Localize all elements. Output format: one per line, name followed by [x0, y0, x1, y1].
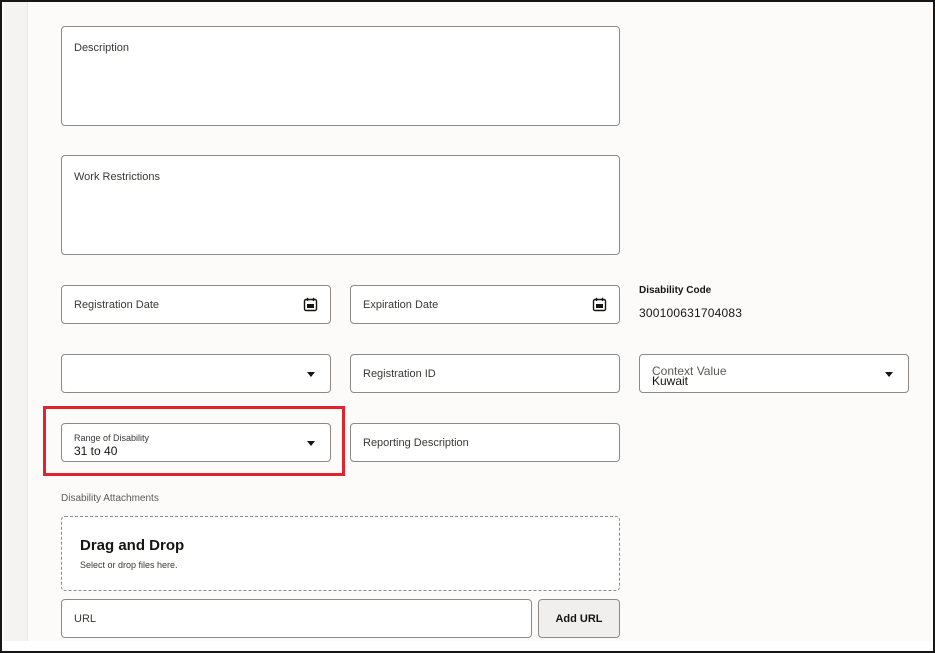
file-dropzone[interactable]: Drag and Drop Select or drop files here. [61, 516, 620, 591]
expiration-date-label: Expiration Date [363, 299, 439, 311]
left-rail [4, 2, 28, 651]
chevron-down-icon[interactable] [307, 372, 315, 377]
add-url-button[interactable]: Add URL [538, 599, 620, 638]
chevron-down-icon[interactable] [885, 372, 893, 377]
reporting-description-label: Reporting Description [363, 437, 469, 449]
reporting-description-field[interactable]: Reporting Description [350, 423, 620, 462]
dropzone-subtitle: Select or drop files here. [80, 560, 178, 570]
calendar-icon[interactable] [592, 297, 607, 312]
url-field[interactable]: URL [61, 599, 532, 638]
disability-code-label: Disability Code [639, 285, 712, 296]
calendar-icon[interactable] [303, 297, 318, 312]
description-label: Description [74, 42, 130, 54]
disability-attachments-label: Disability Attachments [61, 493, 159, 504]
work-restrictions-field[interactable]: Work Restrictions [61, 155, 620, 255]
description-field[interactable]: Description [61, 26, 620, 126]
registration-id-label: Registration ID [363, 368, 436, 380]
form-page: Description Work Restrictions Registrati… [0, 0, 935, 653]
registration-id-field[interactable]: Registration ID [350, 354, 620, 393]
context-value-select[interactable]: Context Value Kuwait [639, 354, 909, 393]
work-restrictions-label: Work Restrictions [74, 171, 160, 183]
disability-code-value: 300100631704083 [639, 306, 743, 320]
url-label: URL [74, 613, 97, 625]
highlight-box [43, 406, 345, 476]
registration-date-field[interactable]: Registration Date [61, 285, 331, 324]
context-value-value: Kuwait [652, 374, 689, 388]
expiration-date-field[interactable]: Expiration Date [350, 285, 620, 324]
dropzone-title: Drag and Drop [80, 537, 185, 554]
registration-date-label: Registration Date [74, 299, 159, 311]
bottom-strip [2, 641, 933, 651]
unlabeled-select[interactable] [61, 354, 331, 393]
